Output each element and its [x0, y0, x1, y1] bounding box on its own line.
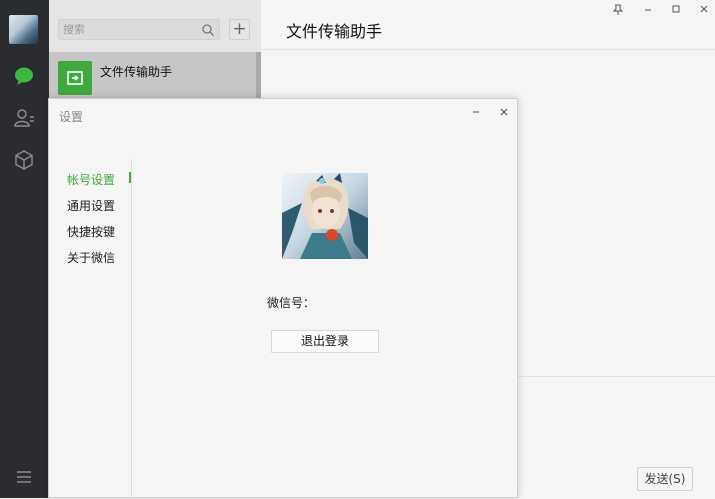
- user-avatar[interactable]: [9, 15, 38, 44]
- wechat-id-label: 微信号：: [267, 296, 316, 310]
- page-title: 文件传输助手: [286, 22, 383, 41]
- settings-nav-account[interactable]: 帐号设置: [67, 171, 115, 188]
- menu-icon[interactable]: [12, 465, 36, 489]
- pin-icon[interactable]: [611, 2, 625, 16]
- sidebar-rail: [0, 0, 49, 498]
- settings-nav-about[interactable]: 关于微信: [67, 249, 115, 266]
- search-icon[interactable]: [201, 23, 215, 37]
- divider: [131, 159, 132, 499]
- file-transfer-icon: [58, 61, 92, 95]
- contacts-icon[interactable]: [12, 106, 36, 130]
- settings-nav-shortcuts[interactable]: 快捷按键: [67, 223, 115, 240]
- close-icon[interactable]: [497, 105, 511, 119]
- list-item[interactable]: 文件传输助手: [49, 52, 256, 100]
- settings-dialog: 设置 帐号设置 通用设置 快捷按键 关于微信 微信号： 退出登录: [48, 98, 518, 499]
- send-button[interactable]: 发送(S): [637, 467, 693, 491]
- minimize-icon[interactable]: [469, 105, 483, 119]
- favorites-cube-icon[interactable]: [12, 148, 36, 172]
- chat-name: 文件传输助手: [100, 65, 173, 79]
- profile-avatar: [282, 173, 368, 259]
- logout-button[interactable]: 退出登录: [271, 330, 379, 353]
- search-box: [58, 19, 220, 40]
- settings-nav-general[interactable]: 通用设置: [67, 197, 115, 214]
- close-icon[interactable]: [697, 2, 711, 16]
- add-button[interactable]: +: [229, 19, 250, 40]
- search-input[interactable]: [63, 22, 193, 37]
- minimize-icon[interactable]: [641, 2, 655, 16]
- maximize-icon[interactable]: [669, 2, 683, 16]
- divider: [261, 49, 715, 50]
- dialog-title: 设置: [59, 110, 84, 124]
- chat-icon[interactable]: [12, 64, 36, 88]
